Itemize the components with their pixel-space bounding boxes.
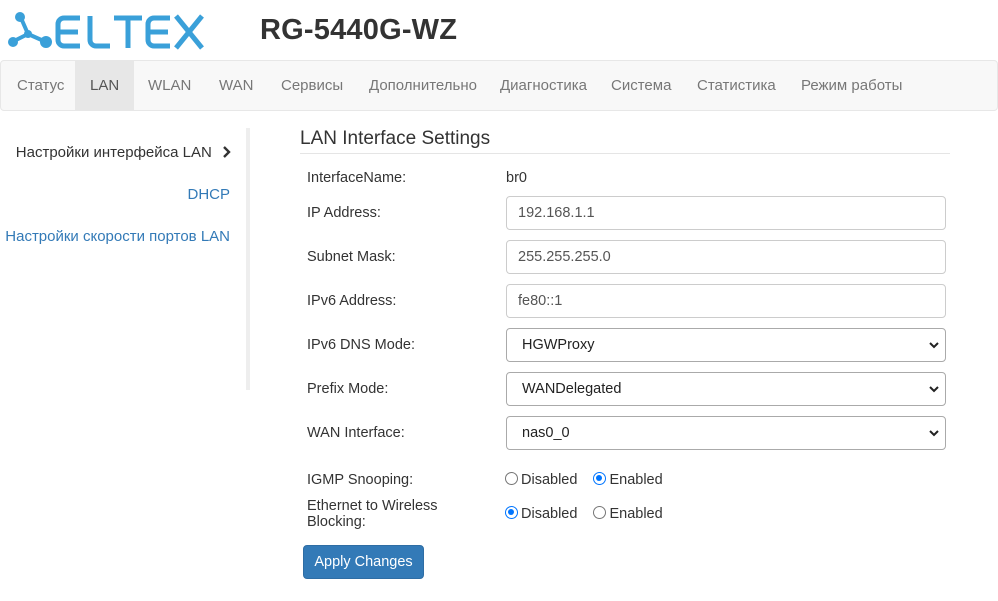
top-navbar: Статус LAN WLAN WAN Сервисы Дополнительн… bbox=[0, 60, 998, 111]
sidebar: Настройки интерфейса LAN DHCP Настройки … bbox=[0, 128, 250, 390]
prefix-mode-value: WANDelegated bbox=[522, 381, 622, 397]
wan-interface-label: WAN Interface: bbox=[307, 425, 405, 441]
subnet-mask-label: Subnet Mask: bbox=[307, 249, 396, 265]
eth-wireless-blocking-label-line1: Ethernet to Wireless bbox=[307, 498, 438, 514]
eth-wireless-blocking-label: Ethernet to Wireless Blocking: bbox=[307, 498, 438, 530]
igmp-enabled-radio[interactable] bbox=[593, 472, 607, 485]
blocking-disabled-label: Disabled bbox=[521, 506, 578, 522]
ip-address-label: IP Address: bbox=[307, 205, 381, 221]
sidebar-item-lan-port-speed[interactable]: Настройки скорости портов LAN bbox=[5, 228, 230, 245]
section-title: LAN Interface Settings bbox=[300, 128, 950, 154]
blocking-disabled-radio[interactable] bbox=[505, 506, 518, 519]
nav-item-operation-mode[interactable]: Режим работы bbox=[786, 61, 917, 110]
sidebar-item-label: Настройки интерфейса LAN bbox=[15, 144, 212, 161]
nav-item-status[interactable]: Статус bbox=[2, 61, 79, 110]
subnet-mask-input[interactable]: 255.255.255.0 bbox=[506, 240, 946, 274]
prefix-mode-label: Prefix Mode: bbox=[307, 381, 389, 397]
ipv6-dns-mode-select[interactable]: HGWProxy bbox=[506, 328, 946, 362]
nav-item-statistics[interactable]: Статистика bbox=[682, 61, 791, 110]
sidebar-item-dhcp[interactable]: DHCP bbox=[187, 186, 230, 203]
igmp-disabled-radio[interactable] bbox=[505, 472, 518, 485]
prefix-mode-select[interactable]: WANDelegated bbox=[506, 372, 946, 406]
nav-item-wan[interactable]: WAN bbox=[204, 61, 268, 110]
ipv6-address-label: IPv6 Address: bbox=[307, 293, 397, 309]
igmp-snooping-radio-group: Disabled Enabled bbox=[505, 472, 675, 488]
ip-address-input[interactable]: 192.168.1.1 bbox=[506, 196, 946, 230]
igmp-enabled-label: Enabled bbox=[609, 472, 663, 488]
chevron-right-icon bbox=[223, 146, 231, 158]
eth-wireless-blocking-label-line2: Blocking: bbox=[307, 514, 366, 530]
eth-wireless-blocking-radio-group: Disabled Enabled bbox=[505, 506, 675, 522]
sidebar-item-lan-interface[interactable]: Настройки интерфейса LAN bbox=[16, 144, 232, 161]
chevron-down-icon bbox=[929, 430, 939, 437]
interface-name-label: InterfaceName: bbox=[307, 170, 407, 186]
ipv6-dns-mode-label: IPv6 DNS Mode: bbox=[307, 337, 415, 353]
igmp-snooping-label: IGMP Snooping: bbox=[307, 472, 414, 488]
ipv6-dns-mode-value: HGWProxy bbox=[522, 337, 595, 353]
wan-interface-select[interactable]: nas0_0 bbox=[506, 416, 946, 450]
main-content: LAN Interface Settings bbox=[300, 128, 950, 154]
nav-item-wlan[interactable]: WLAN bbox=[133, 61, 206, 110]
eltex-logo bbox=[8, 12, 204, 50]
chevron-down-icon bbox=[929, 342, 939, 349]
nav-item-advanced[interactable]: Дополнительно bbox=[354, 61, 492, 110]
nav-item-lan[interactable]: LAN bbox=[75, 61, 135, 110]
wan-interface-value: nas0_0 bbox=[522, 425, 570, 441]
chevron-down-icon bbox=[929, 386, 939, 393]
igmp-disabled-label: Disabled bbox=[521, 472, 578, 488]
interface-name-value: br0 bbox=[506, 170, 527, 186]
nav-item-diagnostics[interactable]: Диагностика bbox=[485, 61, 602, 110]
nav-item-services[interactable]: Сервисы bbox=[266, 61, 358, 110]
ipv6-address-input[interactable]: fe80::1 bbox=[506, 284, 946, 318]
nav-item-system[interactable]: Система bbox=[596, 61, 686, 110]
apply-changes-button[interactable]: Apply Changes bbox=[303, 545, 424, 579]
blocking-enabled-label: Enabled bbox=[609, 506, 663, 522]
device-model: RG-5440G-WZ bbox=[260, 14, 458, 46]
blocking-enabled-radio[interactable] bbox=[593, 506, 607, 519]
header: RG-5440G-WZ bbox=[0, 0, 998, 60]
